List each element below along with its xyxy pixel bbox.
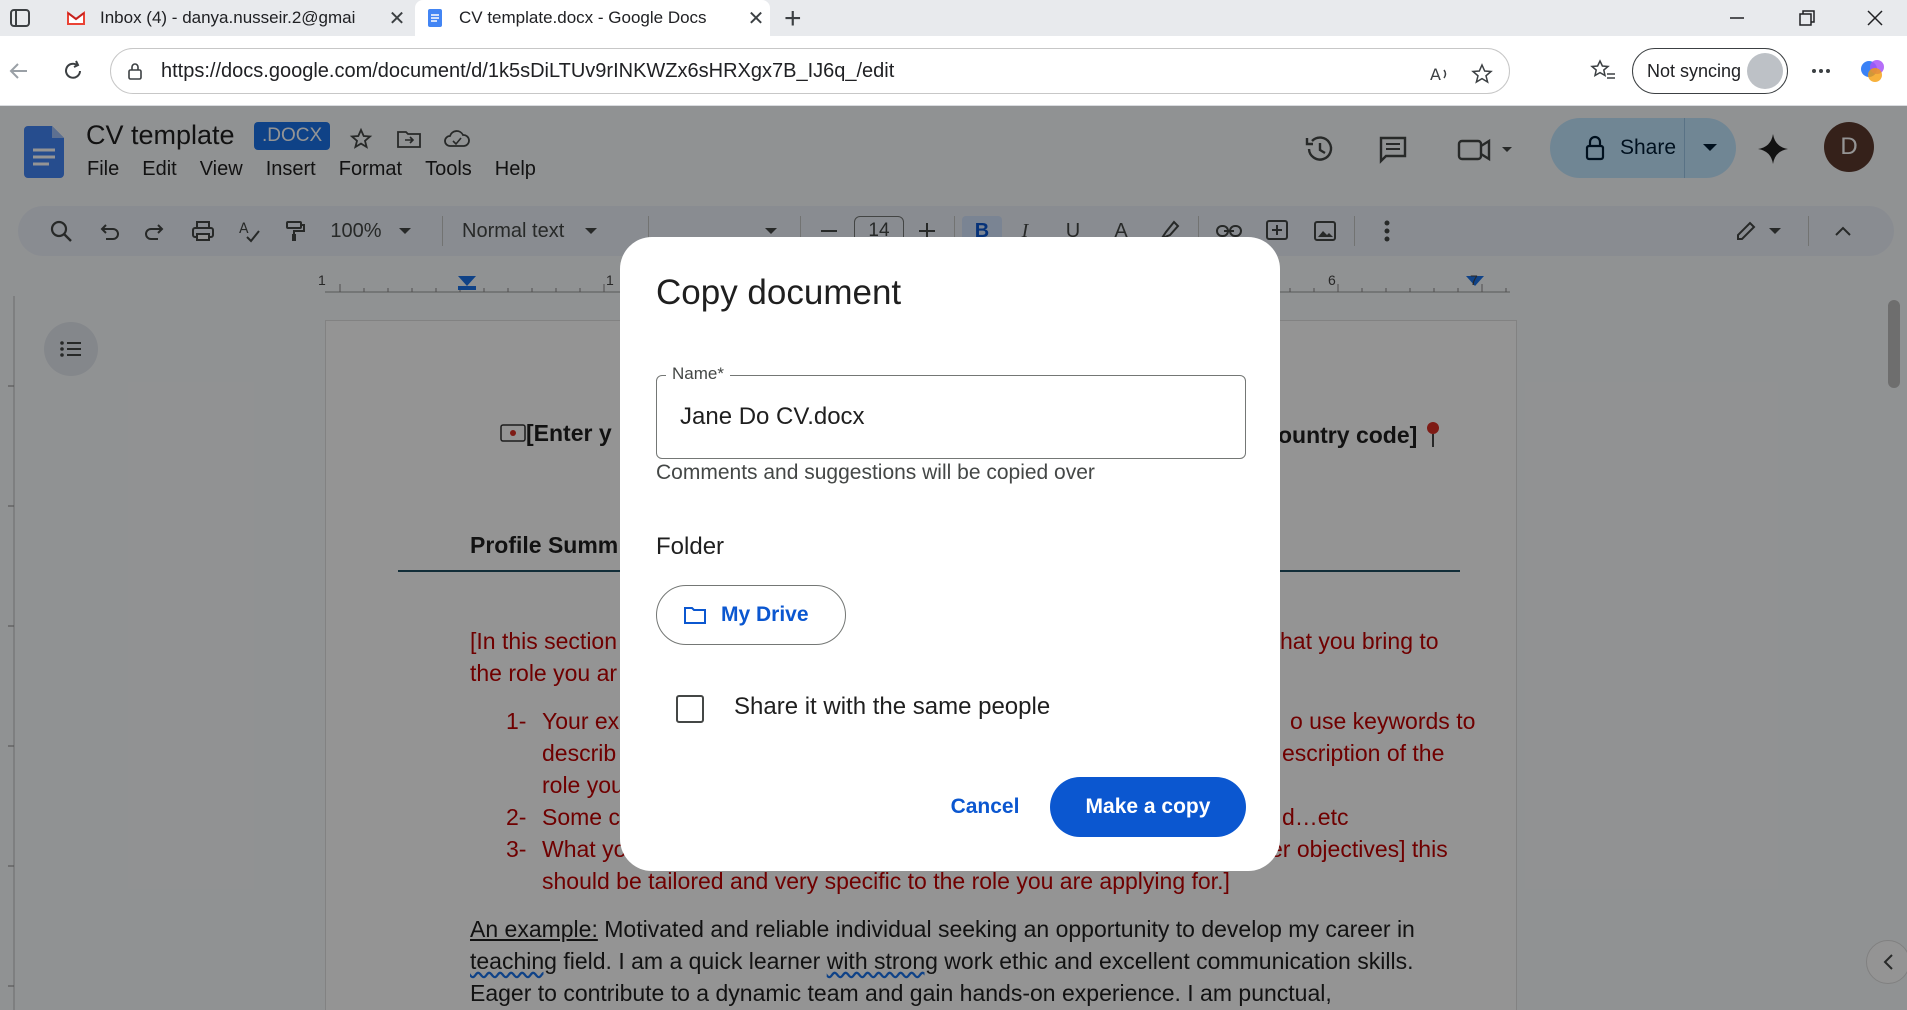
folder-label: Folder [656, 533, 725, 560]
profile-sync-button[interactable]: Not syncing [1632, 48, 1788, 94]
restore-icon[interactable] [1772, 0, 1842, 36]
profile-avatar-icon [1747, 53, 1783, 89]
browser-tab-gmail[interactable]: Inbox (4) - danya.nusseir.2@gmai ✕ [56, 0, 411, 36]
favorite-star-icon[interactable] [1467, 59, 1497, 89]
close-window-icon[interactable] [1840, 0, 1907, 36]
dialog-title: Copy document [656, 273, 902, 312]
docs-icon [428, 9, 442, 27]
url-field[interactable]: https://docs.google.com/document/d/1k5sD… [110, 48, 1510, 94]
read-aloud-icon[interactable]: A [1425, 59, 1455, 89]
copy-document-dialog: Copy document Name* Comments and suggest… [620, 237, 1280, 871]
new-tab-icon[interactable]: + [784, 2, 802, 36]
folder-select-button[interactable]: My Drive [656, 585, 846, 645]
tab-actions-icon[interactable] [8, 6, 32, 30]
folder-icon [684, 607, 706, 624]
name-input[interactable] [680, 403, 1180, 431]
svg-text:A: A [1430, 65, 1441, 84]
url-text: https://docs.google.com/document/d/1k5sD… [161, 59, 895, 82]
close-tab-icon[interactable]: ✕ [383, 6, 411, 31]
share-same-people-checkbox[interactable] [676, 695, 704, 723]
share-same-people-label[interactable]: Share it with the same people [734, 693, 1050, 721]
browser-tab-strip: Inbox (4) - danya.nusseir.2@gmai ✕ CV te… [0, 0, 1907, 36]
tab-title: Inbox (4) - danya.nusseir.2@gmai [100, 8, 356, 27]
name-field-label: Name* [666, 364, 730, 384]
address-bar-row: https://docs.google.com/document/d/1k5sD… [0, 36, 1907, 106]
favorites-icon[interactable] [1588, 56, 1618, 86]
cancel-button[interactable]: Cancel [930, 777, 1040, 837]
reload-icon[interactable] [58, 56, 88, 86]
close-tab-icon[interactable]: ✕ [742, 6, 770, 31]
back-icon[interactable] [4, 56, 34, 86]
site-info-icon[interactable] [125, 61, 145, 87]
sync-status-text: Not syncing [1647, 60, 1742, 81]
folder-button-label: My Drive [721, 603, 809, 626]
browser-tab-docs[interactable]: CV template.docx - Google Docs ✕ [415, 0, 770, 36]
more-menu-icon[interactable] [1806, 56, 1836, 86]
gmail-icon [67, 11, 85, 25]
copilot-icon[interactable] [1858, 56, 1888, 86]
minimize-icon[interactable] [1702, 0, 1772, 36]
tab-title: CV template.docx - Google Docs [459, 8, 707, 27]
make-a-copy-button[interactable]: Make a copy [1050, 777, 1246, 837]
name-helper-text: Comments and suggestions will be copied … [656, 461, 1095, 484]
